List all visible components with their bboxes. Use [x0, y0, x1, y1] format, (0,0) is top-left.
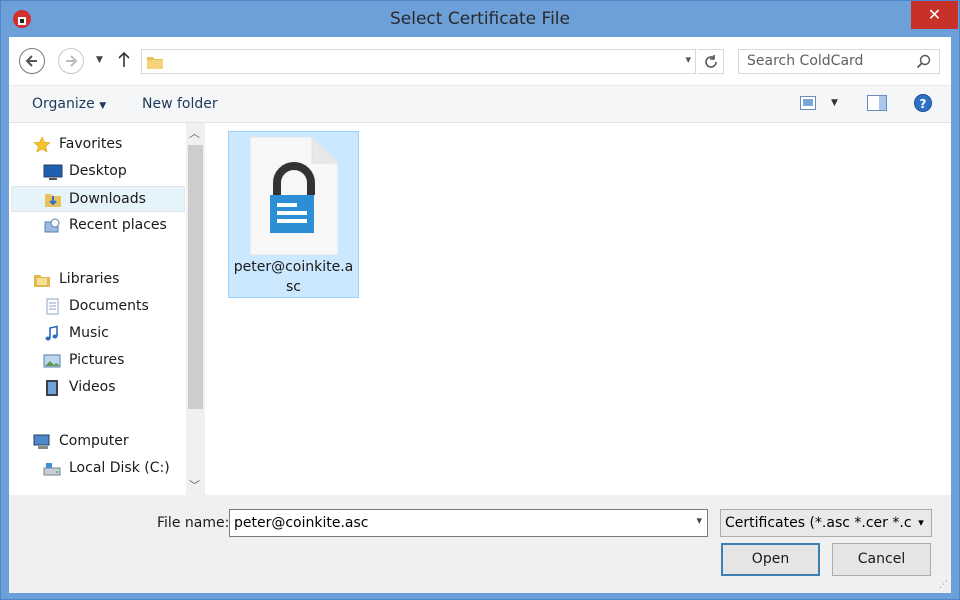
star-icon — [33, 136, 51, 153]
file-item[interactable]: peter@coinkite.asc — [228, 131, 359, 298]
address-dropdown-icon[interactable]: ▾ — [685, 53, 691, 66]
music-icon — [45, 325, 58, 341]
computer-icon — [33, 434, 50, 449]
preview-pane-icon[interactable] — [867, 95, 887, 111]
recent-places-icon — [44, 218, 60, 233]
file-name-input[interactable]: peter@coinkite.asc — [234, 515, 369, 531]
nav-item-documents[interactable]: Documents — [11, 294, 185, 320]
back-arrow-icon — [25, 55, 37, 67]
nav-item-recent-places[interactable]: Recent places — [11, 213, 185, 239]
scroll-down-icon[interactable]: ﹀ — [189, 477, 200, 493]
search-box[interactable] — [738, 49, 940, 74]
refresh-icon — [705, 55, 717, 68]
nav-item-local-disk[interactable]: Local Disk (C:) — [11, 456, 185, 482]
nav-label: Documents — [69, 298, 149, 314]
search-input[interactable] — [747, 53, 907, 69]
libraries-icon — [34, 275, 50, 287]
organize-dropdown-icon: ▼ — [99, 101, 107, 111]
nav-item-favorites[interactable]: Favorites — [11, 132, 185, 158]
title-bar[interactable]: Select Certificate File ✕ — [1, 1, 959, 37]
nav-item-videos[interactable]: Videos — [11, 375, 185, 401]
documents-icon — [46, 298, 59, 315]
address-bar-row: ▼ ▾ — [9, 37, 951, 85]
nav-item-pictures[interactable]: Pictures — [11, 348, 185, 374]
recent-locations-dropdown-icon[interactable]: ▼ — [96, 55, 103, 65]
change-view-icon[interactable] — [800, 96, 816, 110]
search-icon — [916, 54, 931, 69]
dialog-window: Select Certificate File ✕ ▼ ▾ Search Col… — [0, 0, 960, 600]
file-type-dropdown-icon[interactable]: ▾ — [911, 510, 931, 536]
back-button[interactable] — [19, 48, 45, 74]
new-folder-button[interactable]: New folder — [142, 96, 218, 112]
nav-item-downloads[interactable]: Downloads — [11, 186, 185, 212]
nav-label: Downloads — [69, 191, 146, 207]
navigation-pane: Favorites Desktop Downloads Recent place… — [9, 123, 186, 495]
file-type-select[interactable]: Certificates (*.asc *.cer *.cert ▾ — [720, 509, 932, 537]
nav-label: Favorites — [59, 136, 123, 152]
view-options-dropdown-icon[interactable]: ▼ — [831, 98, 838, 108]
nav-item-computer[interactable]: Computer — [11, 429, 185, 455]
file-name-label: peter@coinkite.asc — [233, 259, 354, 295]
nav-item-desktop[interactable]: Desktop — [11, 159, 185, 185]
desktop-icon — [43, 164, 63, 180]
file-name-dropdown-icon[interactable]: ▾ — [696, 514, 702, 527]
downloads-folder-icon — [45, 194, 61, 207]
pictures-icon — [43, 354, 61, 368]
nav-item-libraries[interactable]: Libraries — [11, 267, 185, 293]
resize-grip-icon[interactable]: ⋰ — [939, 580, 948, 590]
local-disk-icon — [43, 463, 61, 476]
nav-label: Desktop — [69, 163, 127, 179]
open-button[interactable]: Open — [721, 543, 820, 576]
folder-icon — [147, 57, 163, 69]
command-toolbar: Organize ▼ New folder ▼ ? — [9, 85, 951, 123]
cancel-button[interactable]: Cancel — [832, 543, 931, 576]
organize-label: Organize — [32, 96, 95, 112]
file-name-combobox[interactable]: peter@coinkite.asc ▾ — [229, 509, 708, 537]
forward-arrow-icon — [66, 55, 78, 67]
help-icon[interactable]: ? — [914, 94, 932, 112]
dialog-title: Select Certificate File — [389, 9, 570, 29]
scrollbar-thumb[interactable] — [188, 145, 203, 409]
nav-label: Local Disk (C:) — [69, 460, 170, 476]
nav-label: Libraries — [59, 271, 120, 287]
close-button[interactable]: ✕ — [911, 1, 958, 29]
nav-label: Recent places — [69, 217, 167, 233]
address-box[interactable]: ▾ — [141, 49, 696, 74]
nav-label: Videos — [69, 379, 116, 395]
file-type-value: Certificates (*.asc *.cer *.cert — [725, 515, 932, 531]
nav-label: Pictures — [69, 352, 125, 368]
certificate-file-icon — [250, 137, 338, 255]
nav-label: Music — [69, 325, 109, 341]
scroll-up-icon[interactable]: ︿ — [189, 125, 200, 141]
file-name-label: File name: — [157, 515, 230, 531]
file-list-area[interactable]: peter@coinkite.asc — [205, 123, 951, 495]
navigation-scrollbar[interactable]: ︿ ﹀ — [186, 123, 205, 495]
refresh-button[interactable] — [698, 49, 724, 74]
nav-item-music[interactable]: Music — [11, 321, 185, 347]
file-selection-panel: File name: peter@coinkite.asc ▾ Certific… — [9, 495, 951, 593]
videos-icon — [46, 380, 58, 396]
up-one-level-icon[interactable] — [117, 50, 131, 68]
dialog-client: ▼ ▾ Organize ▼ New folder — [9, 37, 951, 593]
nav-label: Computer — [59, 433, 129, 449]
organize-button[interactable]: Organize ▼ — [32, 96, 106, 112]
forward-button[interactable] — [58, 48, 84, 74]
